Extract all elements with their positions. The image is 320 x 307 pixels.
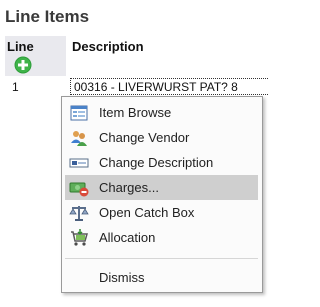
menu-item-item-browse[interactable]: Item Browse <box>65 100 258 125</box>
column-header-line: Line <box>7 39 34 54</box>
menu-item-change-vendor[interactable]: Change Vendor <box>65 125 258 150</box>
allocation-icon <box>71 229 88 246</box>
menu-item-open-catch-box[interactable]: Open Catch Box <box>65 200 258 225</box>
scale-icon <box>69 206 89 221</box>
change-description-icon <box>69 158 89 168</box>
menu-separator <box>65 258 258 259</box>
column-header-description: Description <box>72 39 144 54</box>
menu-item-label: Dismiss <box>99 270 145 285</box>
item-browse-icon <box>70 105 88 121</box>
menu-item-dismiss[interactable]: Dismiss <box>65 265 258 290</box>
menu-item-change-description[interactable]: Change Description <box>65 150 258 175</box>
charges-icon <box>69 182 89 197</box>
section-title: Line Items <box>5 7 90 26</box>
menu-item-label: Charges... <box>99 180 159 195</box>
menu-item-allocation[interactable]: Allocation <box>65 225 258 250</box>
menu-item-label: Change Vendor <box>99 130 190 145</box>
table-cell-description[interactable]: 00316 - LIVERWURST PAT? 8 <box>74 80 238 94</box>
menu-item-label: Item Browse <box>99 105 172 120</box>
menu-item-label: Allocation <box>99 230 156 245</box>
context-menu: Item Browse Change Vendor Change Descrip… <box>61 96 263 293</box>
table-cell-line[interactable]: 1 <box>12 80 19 94</box>
add-line-icon[interactable] <box>14 56 32 74</box>
menu-item-label: Open Catch Box <box>99 205 195 220</box>
menu-item-label: Change Description <box>99 155 214 170</box>
menu-item-charges[interactable]: Charges... <box>65 175 258 200</box>
change-vendor-icon <box>71 131 87 146</box>
